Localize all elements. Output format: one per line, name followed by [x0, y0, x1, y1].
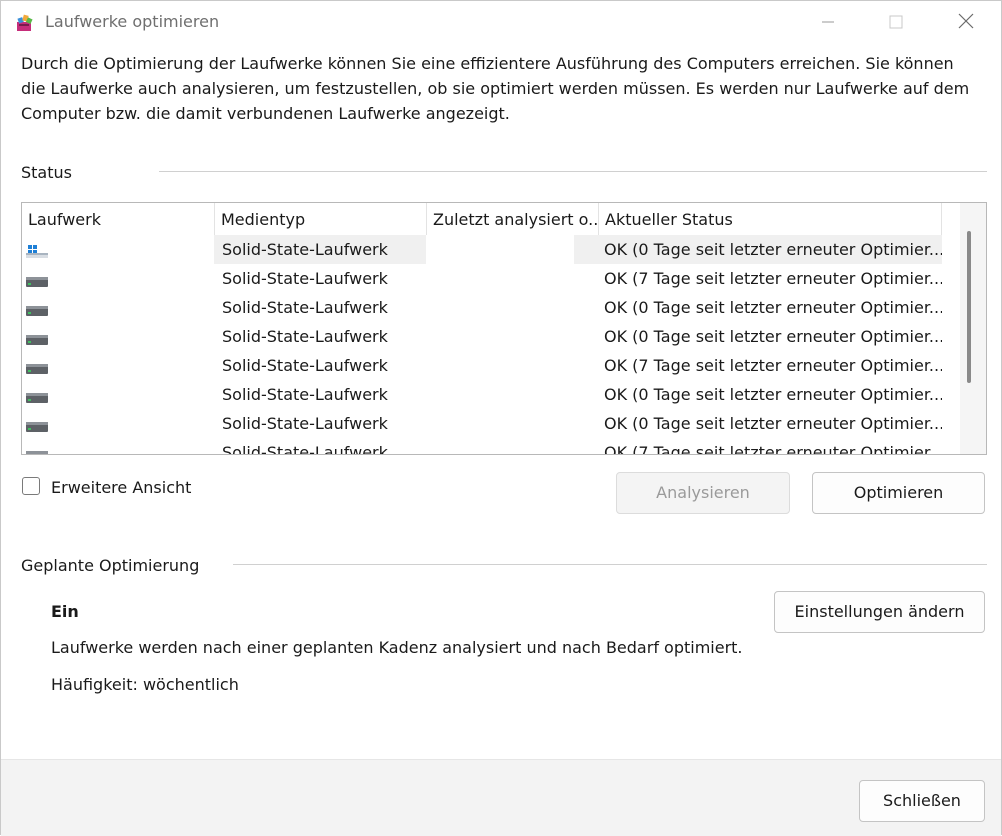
- maximize-button[interactable]: [873, 1, 919, 45]
- media-type-cell: Solid-State-Laufwerk: [222, 385, 388, 404]
- media-type-cell: Solid-State-Laufwerk: [222, 443, 388, 455]
- close-button[interactable]: Schließen: [859, 780, 985, 822]
- change-settings-button[interactable]: Einstellungen ändern: [774, 591, 985, 633]
- media-type-cell: Solid-State-Laufwerk: [222, 298, 388, 317]
- minimize-icon: [821, 14, 835, 33]
- drive-row[interactable]: Solid-State-Laufwerk OK (7 Tage seit letz…: [22, 351, 962, 380]
- drive-row[interactable]: Solid-State-Laufwerk OK (7 Tage seit letz…: [22, 264, 962, 293]
- column-header-current-status[interactable]: Aktueller Status: [599, 203, 942, 235]
- current-status-cell: OK (7 Tage seit letzter erneuter Optimie…: [604, 443, 942, 455]
- schedule-description: Laufwerke werden nach einer geplanten Ka…: [51, 638, 743, 657]
- current-status-cell: OK (7 Tage seit letzter erneuter Optimie…: [604, 269, 942, 288]
- drives-list[interactable]: Laufwerk Medientyp Zuletzt analysiert o.…: [21, 202, 987, 455]
- drive-icon: [26, 270, 50, 287]
- column-header-media-type[interactable]: Medientyp: [215, 203, 427, 235]
- drive-icon: [26, 415, 50, 432]
- close-window-button[interactable]: [943, 1, 989, 45]
- schedule-frequency: Häufigkeit: wöchentlich: [51, 675, 239, 694]
- defrag-app-icon: [15, 13, 35, 33]
- optimize-button[interactable]: Optimieren: [812, 472, 985, 514]
- list-scrollbar[interactable]: [960, 203, 986, 454]
- list-header: Laufwerk Medientyp Zuletzt analysiert o.…: [22, 203, 942, 235]
- media-type-cell: Solid-State-Laufwerk: [214, 235, 426, 264]
- column-header-last-analyzed[interactable]: Zuletzt analysiert o...: [427, 203, 599, 235]
- current-status-cell: OK (0 Tage seit letzter erneuter Optimie…: [604, 298, 942, 317]
- scheduled-section-label: Geplante Optimierung: [21, 556, 200, 575]
- current-status-cell: OK (0 Tage seit letzter erneuter Optimie…: [574, 235, 942, 264]
- media-type-cell: Solid-State-Laufwerk: [222, 356, 388, 375]
- schedule-status: Ein: [51, 602, 79, 621]
- close-icon: [958, 13, 974, 33]
- drive-icon: [26, 444, 50, 454]
- drive-row[interactable]: Solid-State-Laufwerk OK (0 Tage seit letz…: [22, 235, 962, 264]
- drive-icon: [26, 357, 50, 374]
- drive-row[interactable]: Solid-State-Laufwerk OK (0 Tage seit letz…: [22, 293, 962, 322]
- media-type-cell: Solid-State-Laufwerk: [222, 327, 388, 346]
- status-section-label: Status: [21, 163, 72, 182]
- drive-row[interactable]: Solid-State-Laufwerk OK (0 Tage seit letz…: [22, 322, 962, 351]
- intro-description: Durch die Optimierung der Laufwerke könn…: [21, 54, 970, 123]
- current-status-cell: OK (0 Tage seit letzter erneuter Optimie…: [604, 327, 942, 346]
- drive-row[interactable]: Solid-State-Laufwerk OK (0 Tage seit letz…: [22, 409, 962, 438]
- current-status-cell: OK (0 Tage seit letzter erneuter Optimie…: [604, 385, 942, 404]
- window-title: Laufwerke optimieren: [45, 12, 220, 31]
- title-bar[interactable]: Laufwerke optimieren: [1, 1, 1001, 45]
- minimize-button[interactable]: [805, 1, 851, 45]
- media-type-cell: Solid-State-Laufwerk: [222, 414, 388, 433]
- drive-row[interactable]: Solid-State-Laufwerk OK (7 Tage seit letz…: [22, 438, 962, 455]
- current-status-cell: OK (7 Tage seit letzter erneuter Optimie…: [604, 356, 942, 375]
- scheduled-divider: [233, 564, 987, 565]
- current-status-cell: OK (0 Tage seit letzter erneuter Optimie…: [604, 414, 942, 433]
- drive-icon: [26, 328, 50, 345]
- media-type-cell: Solid-State-Laufwerk: [222, 269, 388, 288]
- maximize-icon: [889, 14, 903, 33]
- column-header-drive[interactable]: Laufwerk: [22, 203, 215, 235]
- optimize-drives-window: Laufwerke optimieren Durch die Optimieru…: [0, 0, 1002, 836]
- advanced-view-checkbox[interactable]: [22, 477, 40, 495]
- footer-bar: Schließen: [1, 759, 1001, 836]
- analyze-button[interactable]: Analysieren: [616, 472, 790, 514]
- drive-row[interactable]: Solid-State-Laufwerk OK (0 Tage seit letz…: [22, 380, 962, 409]
- windows-drive-icon: [26, 241, 50, 258]
- status-divider: [159, 171, 987, 172]
- drives-rows: Solid-State-Laufwerk OK (0 Tage seit letz…: [22, 235, 962, 455]
- drive-icon: [26, 386, 50, 403]
- advanced-view-label[interactable]: Erweitere Ansicht: [51, 478, 191, 497]
- scrollbar-thumb[interactable]: [967, 231, 971, 383]
- drive-icon: [26, 299, 50, 316]
